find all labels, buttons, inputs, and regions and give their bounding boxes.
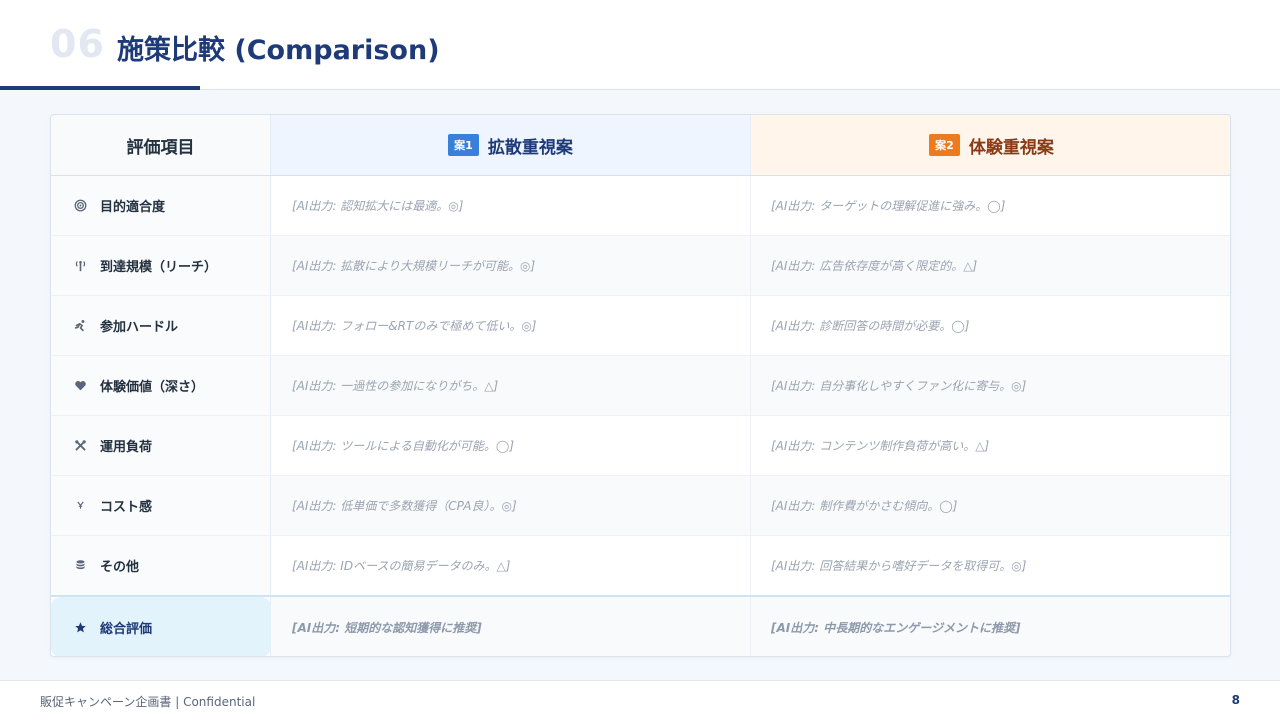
row-label: その他	[100, 560, 140, 575]
plan2-cell: [AI出力: 回答結果から嗜好データを取得可。◎]	[751, 536, 1230, 595]
plan1-cell-text: [AI出力: 拡散により大規模リーチが可能。◎]	[292, 259, 536, 273]
plan2-cell: [AI出力: 広告依存度が高く限定的。△]	[751, 236, 1230, 295]
table-row: その他 [AI出力: IDベースの簡易データのみ。△] [AI出力: 回答結果か…	[51, 536, 1230, 596]
total-label: 総合評価	[100, 621, 153, 637]
plan1-column-header: 案1 拡散重視案	[271, 115, 751, 175]
table-row: 到達規模（リーチ） [AI出力: 拡散により大規模リーチが可能。◎] [AI出力…	[51, 236, 1230, 296]
plan2-cell: [AI出力: 診断回答の時間が必要。◯]	[751, 296, 1230, 355]
table-header: 評価項目 案1 拡散重視案 案2 体験重視案	[51, 115, 1230, 176]
plan2-cell-text: [AI出力: 回答結果から嗜好データを取得可。◎]	[771, 559, 1027, 573]
plan1-cell: [AI出力: 一過性の参加になりがち。△]	[271, 356, 751, 415]
header-accent-line	[0, 86, 200, 90]
total-label-cell: 総合評価	[51, 597, 271, 656]
row-label-cell: 目的適合度	[51, 176, 271, 235]
plan2-total-text: [AI出力: 中長期的なエンゲージメントに推奨]	[771, 620, 1021, 635]
plan2-cell-text: [AI出力: 広告依存度が高く限定的。△]	[771, 259, 978, 273]
plan2-cell-text: [AI出力: 制作費がかさむ傾向。◯]	[771, 499, 958, 513]
plan1-cell: [AI出力: 認知拡大には最適。◎]	[271, 176, 751, 235]
plan1-total-text: [AI出力: 短期的な認知獲得に推奨]	[292, 620, 482, 635]
row-label-cell: その他	[51, 536, 271, 595]
comparison-table: 評価項目 案1 拡散重視案 案2 体験重視案 目的適合度 [AI出力: 認知拡大…	[50, 114, 1231, 657]
running-person-icon	[73, 319, 87, 333]
plan2-cell: [AI出力: 制作費がかさむ傾向。◯]	[751, 476, 1230, 535]
row-label-cell: コスト感	[51, 476, 271, 535]
plan2-cell: [AI出力: 自分事化しやすくファン化に寄与。◎]	[751, 356, 1230, 415]
page-title: 施策比較 (Comparison)	[117, 35, 440, 66]
plan1-cell-text: [AI出力: ツールによる自動化が可能。◯]	[292, 439, 515, 453]
plan1-cell: [AI出力: フォロー&RTのみで極めて低い。◎]	[271, 296, 751, 355]
footer-doc-label: 販促キャンペーン企画書 | Confidential	[40, 695, 256, 709]
plan1-cell: [AI出力: ツールによる自動化が可能。◯]	[271, 416, 751, 475]
plan2-cell-text: [AI出力: 診断回答の時間が必要。◯]	[771, 319, 970, 333]
target-icon	[73, 199, 87, 213]
plan2-cell-text: [AI出力: 自分事化しやすくファン化に寄与。◎]	[771, 379, 1027, 393]
row-label: 参加ハードル	[100, 320, 179, 335]
total-row: 総合評価 [AI出力: 短期的な認知獲得に推奨] [AI出力: 中長期的なエンゲ…	[51, 595, 1230, 656]
plan2-total-cell: [AI出力: 中長期的なエンゲージメントに推奨]	[751, 597, 1230, 656]
plan1-title: 拡散重視案	[487, 137, 573, 158]
slide-footer: 販促キャンペーン企画書 | Confidential 8	[0, 680, 1280, 720]
row-label: コスト感	[100, 500, 153, 515]
broadcast-tower-icon	[73, 259, 87, 273]
plan2-cell: [AI出力: コンテンツ制作負荷が高い。△]	[751, 416, 1230, 475]
row-label: 運用負荷	[100, 440, 153, 455]
star-icon	[73, 620, 87, 634]
plan1-cell-text: [AI出力: 低単価で多数獲得（CPA良）。◎]	[292, 499, 517, 513]
plan2-badge: 案2	[929, 134, 960, 156]
plan1-cell-text: [AI出力: 認知拡大には最適。◎]	[292, 199, 464, 213]
plan1-cell-text: [AI出力: フォロー&RTのみで極めて低い。◎]	[292, 319, 537, 333]
row-label: 目的適合度	[100, 200, 166, 215]
plan1-cell: [AI出力: 低単価で多数獲得（CPA良）。◎]	[271, 476, 751, 535]
database-icon	[73, 559, 87, 573]
plan2-cell: [AI出力: ターゲットの理解促進に強み。◯]	[751, 176, 1230, 235]
plan2-cell-text: [AI出力: ターゲットの理解促進に強み。◯]	[771, 199, 1006, 213]
row-label-cell: 参加ハードル	[51, 296, 271, 355]
row-label: 体験価値（深さ）	[100, 380, 205, 395]
plan1-cell-text: [AI出力: IDベースの簡易データのみ。△]	[292, 559, 511, 573]
plan2-title: 体験重視案	[968, 137, 1054, 158]
slide-header: 06 施策比較 (Comparison)	[0, 0, 1280, 90]
total-highlight: 総合評価	[51, 597, 271, 656]
label-column-header: 評価項目	[51, 115, 271, 175]
plan2-cell-text: [AI出力: コンテンツ制作負荷が高い。△]	[771, 439, 990, 453]
section-number: 06	[50, 22, 105, 66]
row-label: 到達規模（リーチ）	[100, 260, 218, 275]
row-label-cell: 到達規模（リーチ）	[51, 236, 271, 295]
table-row: 目的適合度 [AI出力: 認知拡大には最適。◎] [AI出力: ターゲットの理解…	[51, 176, 1230, 236]
row-label-cell: 運用負荷	[51, 416, 271, 475]
plan1-cell-text: [AI出力: 一過性の参加になりがち。△]	[292, 379, 499, 393]
plan2-column-header: 案2 体験重視案	[751, 115, 1230, 175]
page-number: 8	[1231, 693, 1240, 707]
plan1-badge: 案1	[448, 134, 479, 156]
heart-icon	[73, 379, 87, 393]
table-row: 運用負荷 [AI出力: ツールによる自動化が可能。◯] [AI出力: コンテンツ…	[51, 416, 1230, 476]
plan1-cell: [AI出力: 拡散により大規模リーチが可能。◎]	[271, 236, 751, 295]
tools-icon	[73, 439, 87, 453]
row-label-cell: 体験価値（深さ）	[51, 356, 271, 415]
table-row: コスト感 [AI出力: 低単価で多数獲得（CPA良）。◎] [AI出力: 制作費…	[51, 476, 1230, 536]
table-row: 体験価値（深さ） [AI出力: 一過性の参加になりがち。△] [AI出力: 自分…	[51, 356, 1230, 416]
yen-icon	[73, 499, 87, 513]
plan1-cell: [AI出力: IDベースの簡易データのみ。△]	[271, 536, 751, 595]
table-row: 参加ハードル [AI出力: フォロー&RTのみで極めて低い。◎] [AI出力: …	[51, 296, 1230, 356]
plan1-total-cell: [AI出力: 短期的な認知獲得に推奨]	[271, 597, 751, 656]
